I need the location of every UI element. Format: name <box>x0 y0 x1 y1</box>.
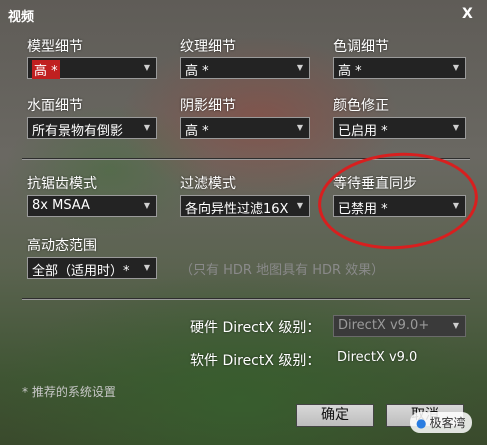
model-detail-value: 高 * <box>32 60 60 79</box>
water-detail-label: 水面细节 <box>27 98 83 114</box>
hardware-directx-value: DirectX v9.0+ <box>338 318 430 333</box>
color-correction-value: 已启用 * <box>338 124 388 139</box>
hardware-directx-label: 硬件 DirectX 级别： <box>190 320 321 336</box>
highlight-circle <box>314 147 482 255</box>
model-detail-dropdown[interactable]: 高 * ▼ <box>27 57 157 79</box>
filtering-value: 各向异性过滤16X <box>185 202 289 217</box>
watermark-text: 极客湾 <box>429 416 466 430</box>
antialiasing-value: 8x MSAA <box>32 198 90 213</box>
shadow-detail-label: 阴影细节 <box>180 98 236 114</box>
software-directx-label: 软件 DirectX 级别： <box>190 353 321 369</box>
wechat-icon: ● <box>416 416 427 430</box>
chevron-down-icon: ▼ <box>143 263 151 272</box>
texture-detail-dropdown[interactable]: 高 * ▼ <box>180 57 310 79</box>
close-icon[interactable]: X <box>462 6 473 22</box>
hdr-hint: （只有 HDR 地图具有 HDR 效果） <box>180 263 385 278</box>
chevron-down-icon: ▼ <box>143 201 151 210</box>
recommended-note: * 推荐的系统设置 <box>22 385 116 399</box>
color-correction-label: 颜色修正 <box>333 98 389 114</box>
shade-detail-dropdown[interactable]: 高 * ▼ <box>333 57 466 79</box>
software-directx-value: DirectX v9.0 <box>337 350 418 365</box>
hdr-label: 高动态范围 <box>27 238 97 254</box>
water-detail-dropdown[interactable]: 所有景物有倒影 ▼ <box>27 117 157 139</box>
chevron-down-icon: ▼ <box>143 63 151 72</box>
shade-detail-label: 色调细节 <box>333 39 389 55</box>
window-title: 视频 <box>8 10 35 25</box>
antialiasing-dropdown[interactable]: 8x MSAA ▼ <box>27 195 157 217</box>
video-settings-dialog: 视频 X 模型细节 高 * ▼ 纹理细节 高 * ▼ 色调细节 高 * ▼ 水面… <box>0 0 487 445</box>
shadow-detail-dropdown[interactable]: 高 * ▼ <box>180 117 310 139</box>
chevron-down-icon: ▼ <box>452 123 460 132</box>
watermark: ● 极客湾 <box>410 412 472 433</box>
chevron-down-icon: ▼ <box>296 201 304 210</box>
hdr-dropdown[interactable]: 全部（适用时）* ▼ <box>27 257 157 279</box>
chevron-down-icon: ▼ <box>452 321 460 330</box>
hardware-directx-dropdown[interactable]: DirectX v9.0+ ▼ <box>333 315 466 337</box>
chevron-down-icon: ▼ <box>143 123 151 132</box>
chevron-down-icon: ▼ <box>296 123 304 132</box>
section-divider <box>22 298 470 300</box>
filtering-label: 过滤模式 <box>180 176 236 192</box>
chevron-down-icon: ▼ <box>296 63 304 72</box>
water-detail-value: 所有景物有倒影 <box>32 124 124 139</box>
model-detail-label: 模型细节 <box>27 39 83 55</box>
texture-detail-label: 纹理细节 <box>180 39 236 55</box>
shadow-detail-value: 高 * <box>185 124 209 139</box>
chevron-down-icon: ▼ <box>452 63 460 72</box>
hdr-value: 全部（适用时）* <box>32 264 130 279</box>
shade-detail-value: 高 * <box>338 64 362 79</box>
antialiasing-label: 抗锯齿模式 <box>27 176 97 192</box>
texture-detail-value: 高 * <box>185 64 209 79</box>
filtering-dropdown[interactable]: 各向异性过滤16X ▼ <box>180 195 310 217</box>
color-correction-dropdown[interactable]: 已启用 * ▼ <box>333 117 466 139</box>
ok-button[interactable]: 确定 <box>296 404 374 427</box>
